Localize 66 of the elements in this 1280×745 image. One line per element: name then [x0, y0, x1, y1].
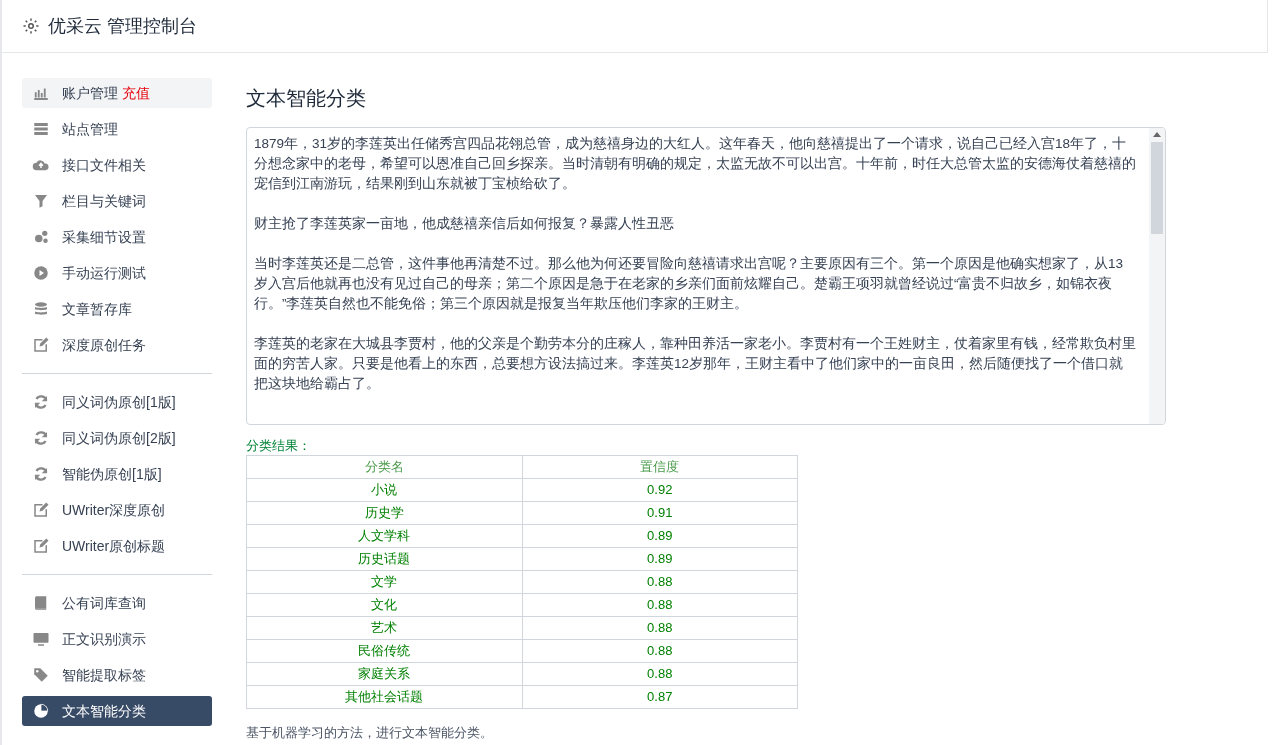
monitor-icon [32, 630, 50, 648]
sidebar-item[interactable]: 智能提取标签 [22, 660, 212, 690]
refresh-icon [32, 393, 50, 411]
table-cell: 其他社会话题 [246, 685, 522, 709]
filter-icon [32, 192, 50, 210]
sidebar-item[interactable]: 深度原创任务 [22, 330, 212, 360]
table-cell: 0.89 [522, 547, 798, 571]
table-cell: 0.88 [522, 593, 798, 617]
text-paragraph: 当时李莲英还是二总管，这件事他再清楚不过。那么他为何还要冒险向慈禧请求出宫呢？主要原因有三个。第一个原因是他确实想家了，从13岁入宫后他就再也没有见过自己的母亲；第二个原因是急于在老家的乡亲们面前炫耀自己。楚霸王项羽就曾经说过“富贵不归故乡，如锦衣夜行。”李莲英自然也不能免俗；第三个原因就是报复当年欺压他们李家的王财主。 [254, 255, 1125, 313]
play-icon [32, 264, 50, 282]
text-paragraph: 财主抢了李莲英家一亩地，他成慈禧亲信后如何报复？暴露人性丑恶 [254, 215, 675, 233]
table-cell: 0.88 [522, 616, 798, 640]
sidebar-item[interactable]: UWriter深度原创 [22, 495, 212, 525]
text-input[interactable] [246, 127, 1166, 425]
sidebar-item[interactable]: 同义词伪原创[1版] [22, 387, 212, 417]
text-paragraph: 1879年，31岁的李莲英出任储秀宫四品花翎总管，成为慈禧身边的大红人。这年春天，他向慈禧提出了一个请求，说自己已经入宫18年了，十分想念家中的老母，希望可以恩准自己回乡探亲。当时清朝有明确的规定，太监无故不可以出宫。十年前，时任大总管太监的安德海仗着慈禧的宠信到江南游玩，结果刚到山东就被丁宝桢给砍了。 [254, 135, 1137, 193]
result-label: 分类结果： [246, 437, 312, 455]
table-cell: 0.92 [522, 478, 798, 502]
sidebar-item[interactable]: UWriter原创标题 [22, 531, 212, 561]
table-cell: 人文学科 [246, 524, 522, 548]
edit-icon [32, 336, 50, 354]
sidebar-item[interactable]: 账户管理 充值 [22, 78, 212, 108]
sidebar-item[interactable]: 采集细节设置 [22, 222, 212, 252]
tag-icon [32, 666, 50, 684]
sidebar-item[interactable]: 正文识别演示 [22, 624, 212, 654]
list-icon [32, 120, 50, 138]
refresh-icon [32, 465, 50, 483]
table-cell: 文学 [246, 570, 522, 594]
table-cell: 0.89 [522, 524, 798, 548]
table-cell: 历史学 [246, 501, 522, 525]
table-cell: 文化 [246, 593, 522, 617]
column-header: 置信度 [522, 455, 798, 479]
scrollbar[interactable] [1149, 128, 1165, 424]
table-cell: 0.88 [522, 639, 798, 663]
table-cell: 小说 [246, 478, 522, 502]
database-icon [32, 300, 50, 318]
description-text: 基于机器学习的方法，进行文本智能分类。 [246, 724, 494, 742]
scrollbar-thumb[interactable] [1151, 142, 1163, 234]
page-title: 文本智能分类 [246, 86, 367, 111]
sidebar-item[interactable]: 公有词库查询 [22, 588, 212, 618]
table-cell: 艺术 [246, 616, 522, 640]
edit-icon [32, 501, 50, 519]
sidebar-item[interactable]: 智能伪原创[1版] [22, 459, 212, 489]
column-header: 分类名 [246, 455, 522, 479]
sidebar-item[interactable]: 手动运行测试 [22, 258, 212, 288]
table-cell: 家庭关系 [246, 662, 522, 686]
settings-icon [22, 17, 40, 35]
sidebar-item[interactable]: 文本智能分类 [22, 696, 212, 726]
edit-icon [32, 537, 50, 555]
console-title: 优采云 管理控制台 [48, 14, 197, 38]
table-cell: 民俗传统 [246, 639, 522, 663]
sidebar-item[interactable]: 同义词伪原创[2版] [22, 423, 212, 453]
refresh-icon [32, 429, 50, 447]
sidebar-item[interactable]: 文章暂存库 [22, 294, 212, 324]
table-cell: 0.87 [522, 685, 798, 709]
pie-chart-icon [32, 702, 50, 720]
sidebar-item[interactable]: 站点管理 [22, 114, 212, 144]
text-paragraph: 李莲英的老家在大城县李贾村，他的父亲是个勤劳本分的庄稼人，靠种田养活一家老小。李贾村有一个王姓财主，仗着家里有钱，经常欺负村里面的穷苦人家。只要是他看上的东西，总要想方设法搞过来。李莲英12岁那年，王财主看中了他们家中的一亩良田，然后随便找了一个借口就把这块地给霸占了。 [254, 335, 1137, 393]
table-cell: 0.88 [522, 662, 798, 686]
sidebar-item[interactable]: 栏目与关键词 [22, 186, 212, 216]
table-cell: 历史话题 [246, 547, 522, 571]
sidebar-item[interactable]: 接口文件相关 [22, 150, 212, 180]
table-cell: 0.91 [522, 501, 798, 525]
gears-icon [32, 228, 50, 246]
table-cell: 0.88 [522, 570, 798, 594]
recharge-link[interactable]: 充值 [122, 82, 150, 104]
